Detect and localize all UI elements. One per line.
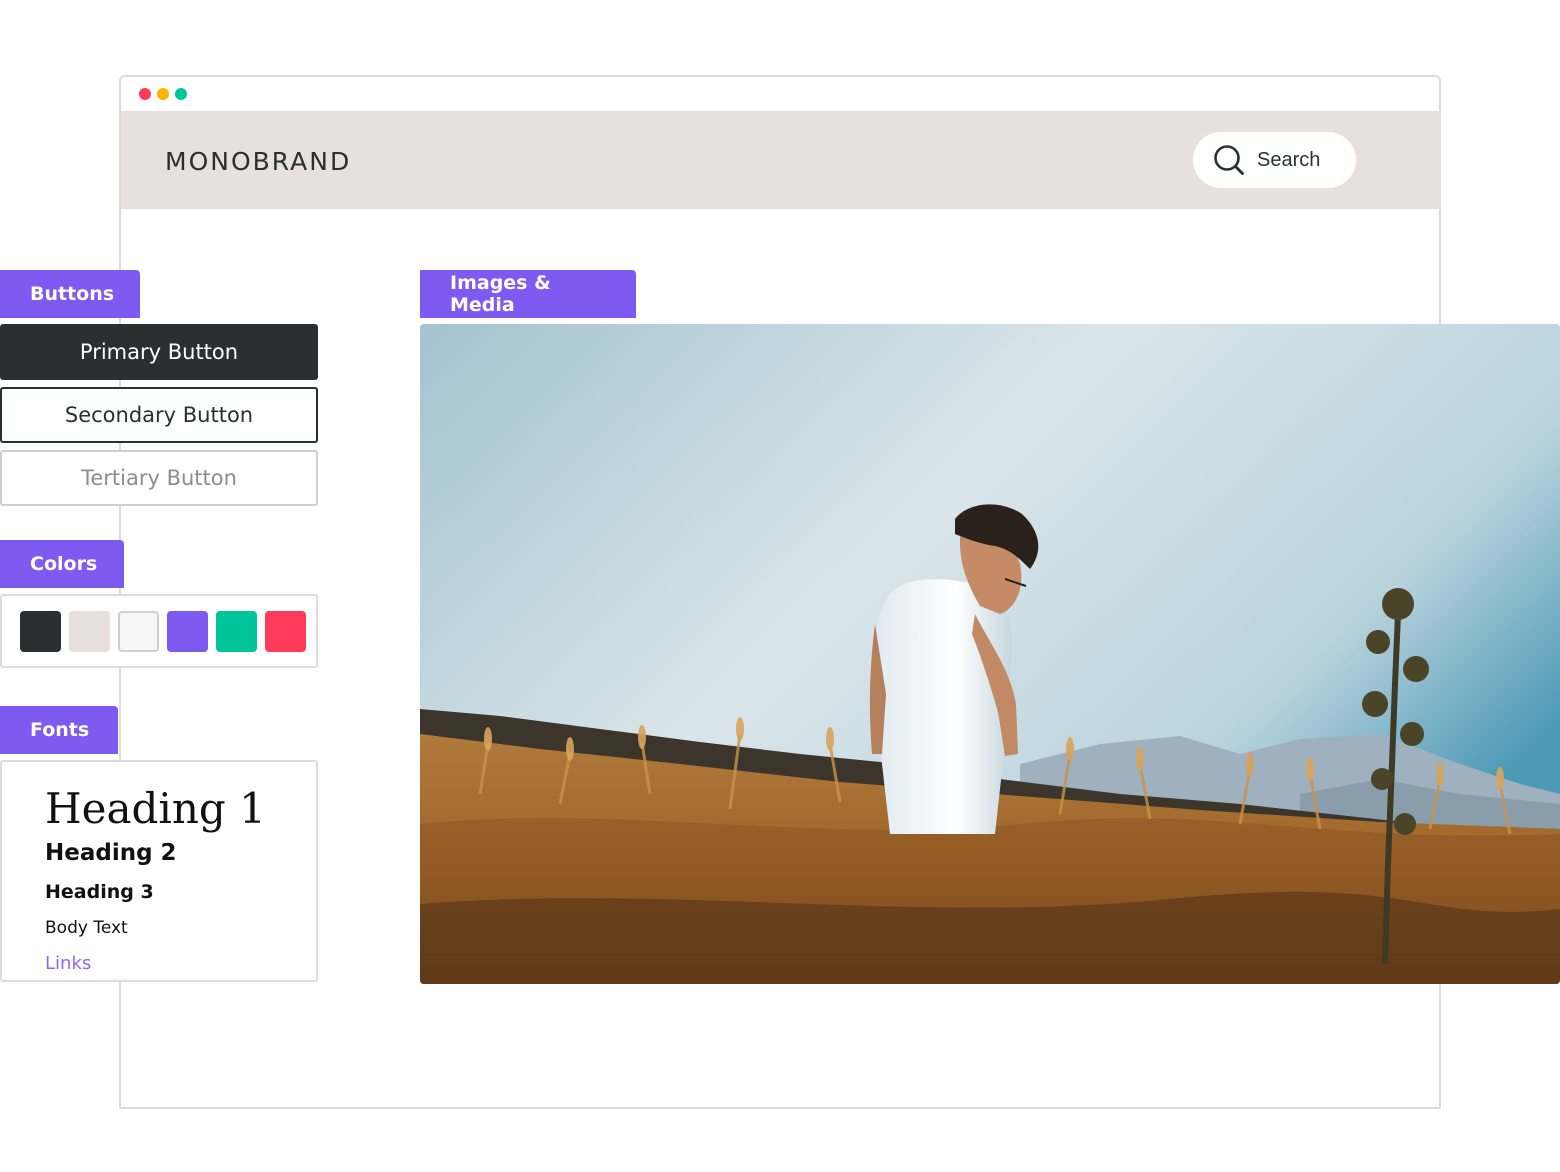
section-tag-colors: Colors (0, 540, 124, 588)
tertiary-button[interactable]: Tertiary Button (0, 450, 318, 506)
window-controls (139, 88, 187, 100)
maximize-dot-icon[interactable] (175, 88, 187, 100)
section-tag-media: Images & Media (420, 270, 636, 318)
color-swatch-purple[interactable] (167, 610, 208, 652)
fonts-panel: Heading 1 Heading 2 Heading 3 Body Text … (0, 760, 318, 982)
site-header: MONOBRAND Search (121, 111, 1441, 209)
search-button[interactable]: Search (1193, 132, 1356, 188)
heading-3-sample: Heading 3 (45, 881, 154, 903)
photo-man-in-wheat-field-icon (420, 324, 1560, 984)
heading-1-sample: Heading 1 (45, 784, 266, 833)
search-label: Search (1257, 148, 1321, 171)
color-palette (0, 594, 318, 668)
color-swatch-charcoal[interactable] (20, 610, 61, 652)
close-dot-icon[interactable] (139, 88, 151, 100)
link-sample[interactable]: Links (45, 953, 91, 974)
color-swatch-blush[interactable] (69, 610, 110, 652)
heading-2-sample: Heading 2 (45, 840, 177, 866)
section-tag-buttons: Buttons (0, 270, 140, 318)
color-swatch-white[interactable] (118, 610, 159, 652)
search-icon (1213, 144, 1245, 176)
secondary-button[interactable]: Secondary Button (0, 387, 318, 443)
color-swatch-red[interactable] (265, 610, 306, 652)
section-tag-fonts: Fonts (0, 706, 118, 754)
primary-button[interactable]: Primary Button (0, 324, 318, 380)
brand-logo[interactable]: MONOBRAND (165, 147, 351, 176)
hero-photo (420, 324, 1560, 984)
minimize-dot-icon[interactable] (157, 88, 169, 100)
body-text-sample: Body Text (45, 918, 128, 938)
color-swatch-green[interactable] (216, 610, 257, 652)
